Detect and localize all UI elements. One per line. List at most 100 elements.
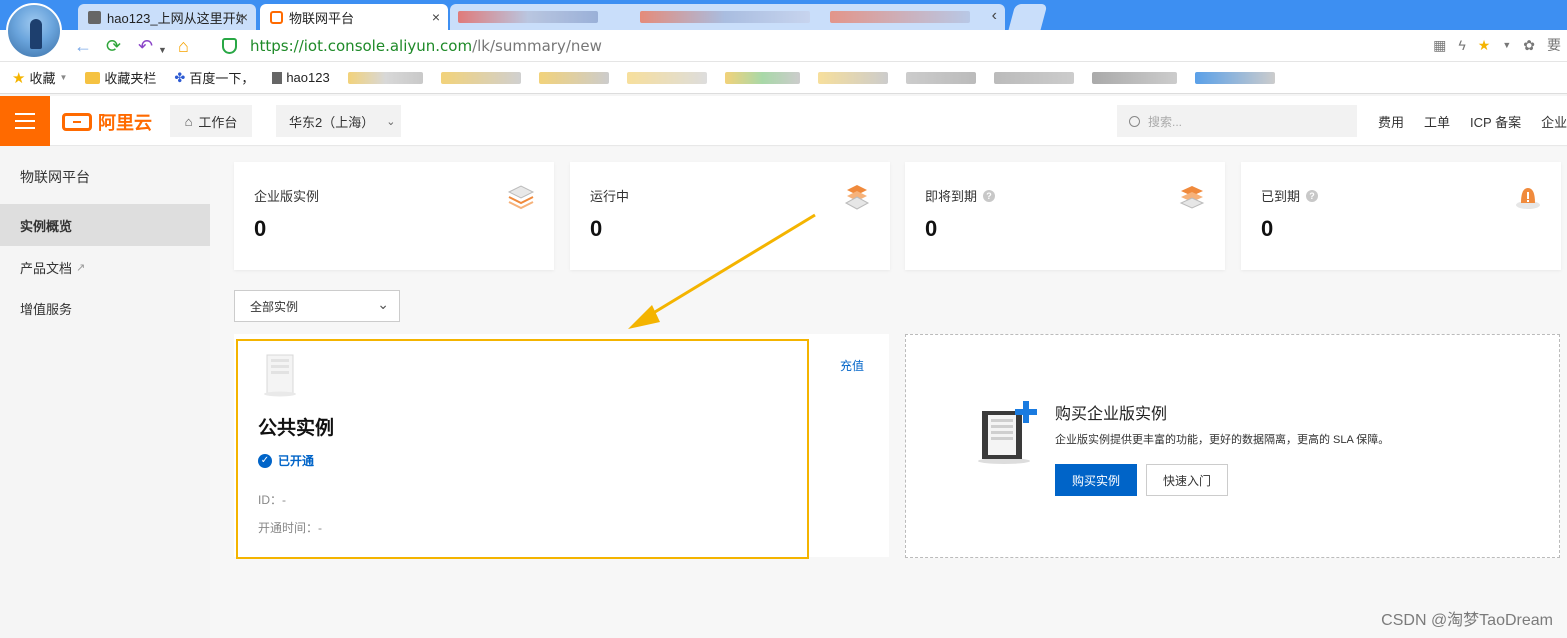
bookmark-label: 收藏夹栏: [104, 71, 157, 86]
tab-title: hao123_上网从这里开始: [107, 10, 243, 26]
search-placeholder: 搜索...: [1148, 114, 1183, 129]
buy-instance-button[interactable]: 购买实例: [1055, 464, 1137, 496]
filter-value: 全部实例: [250, 299, 299, 314]
header-link-icp[interactable]: ICP 备案: [1470, 112, 1521, 131]
blurred-bookmark[interactable]: [626, 71, 707, 84]
chevron-down-icon: ⌄: [377, 296, 389, 312]
enterprise-promo-card: 购买企业版实例 企业版实例提供更丰富的功能，更好的数据隔离，更高的 SLA 保障…: [905, 334, 1560, 558]
check-circle-icon: ✓: [258, 453, 272, 468]
bookmark-hao123[interactable]: hao123: [272, 70, 330, 85]
quickstart-button[interactable]: 快速入门: [1146, 464, 1228, 496]
tab-scroll-icon[interactable]: ‹: [992, 7, 997, 25]
sidebar-item-label: 增值服务: [20, 301, 73, 317]
header-link-enterprise[interactable]: 企业: [1541, 112, 1567, 131]
public-instance-title: 公共实例: [258, 418, 335, 439]
blurred-bookmark[interactable]: [724, 71, 800, 84]
stat-value: 0: [254, 216, 267, 241]
blurred-tab-content: [830, 11, 970, 23]
stat-label-text: 企业版实例: [254, 189, 320, 204]
stat-card-enterprise: 企业版实例 0: [234, 162, 554, 270]
header-link-ticket[interactable]: 工单: [1424, 112, 1450, 131]
tab-blurred[interactable]: ‹: [450, 4, 1005, 30]
back-icon[interactable]: ←: [74, 35, 92, 57]
watermark: CSDN @淘梦TaoDream: [1381, 612, 1553, 629]
chevron-down-icon[interactable]: ▼: [158, 39, 167, 61]
region-label: 华东2（上海）: [289, 114, 375, 130]
close-icon[interactable]: ×: [432, 9, 440, 25]
stat-value: 0: [925, 216, 938, 241]
help-icon[interactable]: ?: [1306, 189, 1319, 202]
aliyun-logo[interactable]: 阿里云: [62, 109, 152, 135]
avatar[interactable]: [6, 3, 62, 59]
stat-card-running: 运行中 0: [570, 162, 890, 270]
stat-value: 0: [1261, 216, 1274, 241]
new-tab-button[interactable]: [1008, 4, 1048, 30]
chevron-down-icon[interactable]: ▼: [1502, 40, 1511, 50]
bookmark-folder[interactable]: 收藏夹栏: [85, 68, 156, 87]
blurred-bookmark[interactable]: [538, 71, 609, 84]
blurred-bookmark[interactable]: [347, 71, 423, 84]
qr-icon[interactable]: ▦: [1433, 37, 1446, 54]
recharge-link[interactable]: 充值: [840, 357, 864, 374]
address-tools: ▦ ϟ ★ ▼ ✿ 要: [1433, 35, 1567, 55]
main-content: 企业版实例 0 运行中 0 即将到期? 0 已到期? 0 全部实例 ⌄ 公共实例…: [210, 147, 1567, 638]
stat-label: 即将到期?: [925, 186, 996, 205]
status-text: 已开通: [278, 454, 315, 468]
bookmark-label: 收藏: [29, 71, 56, 86]
header-link-billing[interactable]: 费用: [1378, 112, 1404, 131]
url-host: https://iot.console.aliyun.com: [250, 37, 473, 55]
undo-icon[interactable]: ↶: [138, 35, 153, 57]
running-stack-icon: [844, 185, 870, 210]
paw-icon[interactable]: ✿: [1523, 37, 1535, 54]
enterprise-server-icon: [978, 401, 1037, 464]
url-path: /lk/summary/new: [472, 37, 602, 55]
star-icon[interactable]: ★: [1478, 37, 1491, 54]
expiring-stack-icon: [1179, 186, 1205, 209]
tab-iot-platform[interactable]: 物联网平台 ×: [260, 4, 448, 30]
refresh-icon[interactable]: ⟳: [106, 35, 121, 57]
bookmarks-bar: ★ 收藏 ▼ 收藏夹栏 ✤ 百度一下， hao123: [0, 62, 1567, 94]
blurred-bookmark[interactable]: [440, 71, 521, 84]
lightning-icon[interactable]: ϟ: [1458, 37, 1465, 53]
stat-label: 企业版实例: [254, 186, 319, 205]
region-selector[interactable]: 华东2（上海） ⌄: [276, 105, 401, 137]
workbench-label: 工作台: [198, 114, 238, 130]
sidebar-item-services[interactable]: 增值服务: [0, 287, 210, 329]
blurred-tab-content: [458, 11, 598, 23]
stat-value: 0: [590, 216, 603, 241]
sidebar-item-docs[interactable]: 产品文档 ↗: [0, 246, 210, 288]
sidebar: 物联网平台 实例概览 产品文档 ↗ 增值服务: [0, 147, 210, 638]
url-field[interactable]: https://iot.console.aliyun.com/lk/summar…: [250, 37, 602, 55]
blurred-bookmark[interactable]: [905, 71, 976, 84]
workbench-button[interactable]: ⌂ 工作台: [170, 105, 252, 137]
sidebar-item-overview[interactable]: 实例概览: [0, 204, 210, 246]
menu-icon[interactable]: [0, 96, 50, 146]
sidebar-title: 物联网平台: [20, 169, 90, 185]
bookmark-favorites[interactable]: ★ 收藏 ▼: [12, 68, 67, 87]
server-icon: [264, 354, 296, 397]
stat-label-text: 运行中: [590, 189, 630, 204]
blurred-bookmark[interactable]: [993, 71, 1074, 84]
home-icon[interactable]: ⌂: [178, 35, 189, 57]
status-badge: ✓ 已开通: [258, 452, 314, 469]
blurred-bookmark[interactable]: [1091, 71, 1177, 84]
bookmark-baidu[interactable]: ✤ 百度一下，: [174, 68, 254, 87]
browser-tab-bar: hao123_上网从这里开始 × 物联网平台 × ‹: [0, 0, 1567, 30]
close-icon[interactable]: ×: [240, 9, 248, 25]
sidebar-item-label: 实例概览: [20, 218, 73, 234]
address-bar: ← ⟳ ↶ ▼ ⌂ https://iot.console.aliyun.com…: [0, 30, 1567, 62]
blurred-bookmark[interactable]: [817, 71, 888, 84]
search-icon: [1129, 115, 1140, 127]
bookmark-label: hao123: [286, 70, 330, 85]
help-icon[interactable]: ?: [983, 189, 996, 202]
promo-title: 购买企业版实例: [1055, 406, 1168, 423]
search-input[interactable]: 搜索...: [1117, 105, 1357, 137]
toolbar-overflow-text[interactable]: 要: [1547, 35, 1561, 55]
aliyun-logo-icon: [62, 113, 92, 131]
tab-hao123[interactable]: hao123_上网从这里开始 ×: [78, 4, 256, 30]
instance-filter-select[interactable]: 全部实例 ⌄: [234, 290, 400, 322]
stat-label-text: 已到期: [1261, 189, 1301, 204]
stat-label-text: 即将到期: [925, 189, 978, 204]
sidebar-item-label: 产品文档: [20, 260, 73, 276]
blurred-bookmark[interactable]: [1194, 71, 1275, 84]
